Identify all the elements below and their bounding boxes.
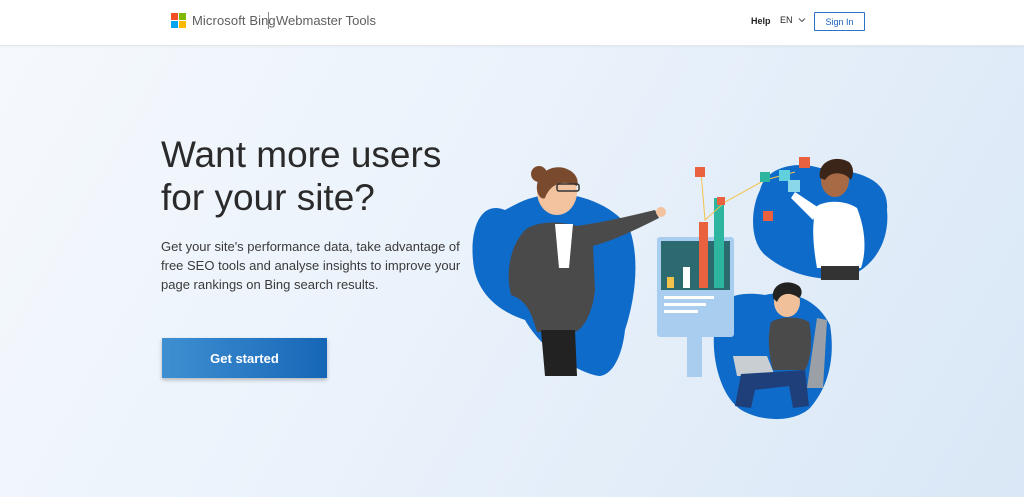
dashboard-line-1 bbox=[664, 296, 714, 299]
header-divider bbox=[268, 12, 269, 29]
man-shirt bbox=[768, 317, 812, 370]
data-node-red bbox=[799, 157, 810, 168]
data-node-orange-2 bbox=[717, 197, 725, 205]
language-label: EN bbox=[780, 15, 793, 25]
dashboard-stand bbox=[687, 337, 702, 377]
chart-bar-teal bbox=[714, 198, 724, 288]
hero-description: Get your site's performance data, take a… bbox=[161, 239, 461, 292]
data-node-orange-1 bbox=[695, 167, 705, 177]
data-node-lightblue bbox=[788, 180, 800, 192]
presenter-pants bbox=[541, 330, 577, 376]
sign-in-button[interactable]: Sign In bbox=[814, 12, 865, 31]
woman-pants bbox=[821, 266, 859, 280]
microsoft-logo-icon[interactable] bbox=[171, 13, 187, 29]
data-node-orange-3 bbox=[763, 211, 773, 221]
dashboard-line-3 bbox=[664, 310, 698, 313]
help-link[interactable]: Help bbox=[751, 16, 771, 26]
language-selector[interactable]: EN bbox=[780, 15, 806, 25]
top-header: Microsoft Bing Webmaster Tools Help EN S… bbox=[0, 0, 1024, 46]
get-started-button[interactable]: Get started bbox=[162, 338, 327, 378]
dashboard-line-2 bbox=[664, 303, 706, 306]
chart-bar-red bbox=[699, 222, 708, 288]
dashboard-bar-white bbox=[683, 267, 690, 288]
hero-illustration bbox=[472, 157, 888, 420]
headline-line-2: for your site? bbox=[161, 177, 375, 218]
chevron-down-icon bbox=[798, 18, 805, 23]
brand-name[interactable]: Microsoft Bing bbox=[192, 13, 276, 28]
product-name[interactable]: Webmaster Tools bbox=[276, 13, 376, 28]
data-node-cyan bbox=[779, 170, 790, 181]
data-node-teal-1 bbox=[760, 172, 770, 182]
presenter-blazer bbox=[508, 210, 659, 332]
presenter-hand bbox=[656, 207, 666, 217]
woman-top bbox=[813, 201, 865, 268]
dashboard-bar-yellow bbox=[667, 277, 674, 288]
hero-headline: Want more users for your site? bbox=[161, 133, 481, 219]
headline-line-1: Want more users bbox=[161, 134, 442, 175]
